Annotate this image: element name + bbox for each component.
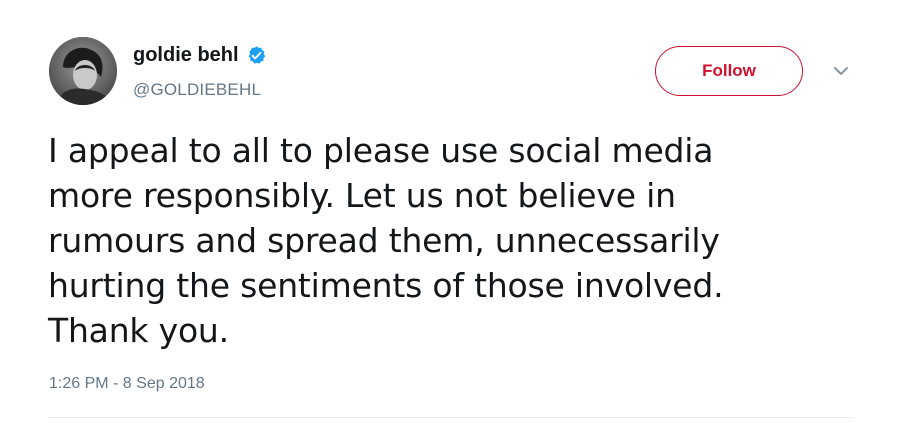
user-name-row[interactable]: goldie behl [133, 42, 267, 68]
follow-button-label: Follow [702, 61, 756, 80]
avatar[interactable] [49, 37, 117, 105]
user-handle[interactable]: @GOLDIEBEHL [133, 80, 261, 100]
tweet-timestamp[interactable]: 1:26 PM - 8 Sep 2018 [49, 375, 205, 393]
chevron-down-icon[interactable] [832, 64, 850, 78]
tweet-text: I appeal to all to please use social med… [48, 131, 724, 350]
display-name[interactable]: goldie behl [133, 44, 239, 67]
follow-button[interactable]: Follow [655, 46, 803, 96]
divider [48, 417, 853, 418]
tweet-card: goldie behl @GOLDIEBEHL Follow I appeal … [0, 0, 904, 423]
avatar-image [49, 37, 117, 105]
verified-badge-icon [246, 45, 267, 66]
